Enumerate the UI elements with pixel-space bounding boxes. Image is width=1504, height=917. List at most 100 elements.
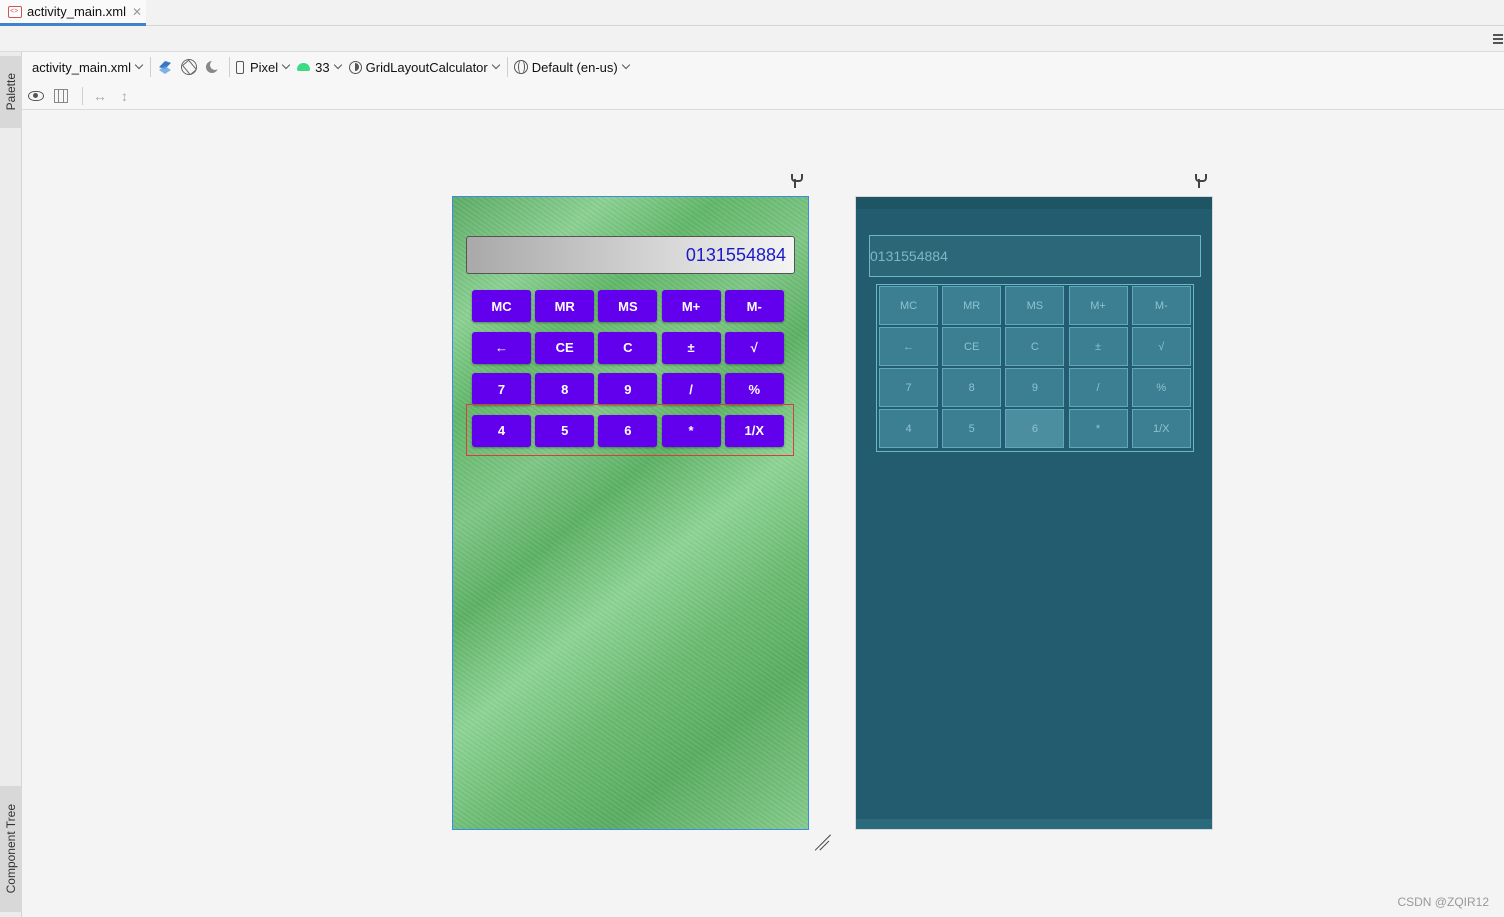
orientation-icon	[180, 59, 197, 75]
display-value: 0131554884	[685, 245, 786, 265]
blueprint-key[interactable]: 6	[1005, 409, 1065, 448]
design-toolbar: activity_main.xml Pixel 33 GridLayoutCal…	[22, 52, 1504, 82]
blueprint-key[interactable]: M+	[1068, 286, 1128, 325]
left-tool-strip: Palette Component Tree	[0, 52, 22, 917]
key-m-minus[interactable]: M-	[724, 290, 784, 322]
resize-handle-icon[interactable]	[812, 833, 830, 851]
blueprint-key[interactable]: MR	[942, 286, 1002, 325]
key-backspace[interactable]: ←	[472, 331, 531, 364]
night-mode-button[interactable]	[205, 59, 221, 75]
key-ms[interactable]: MS	[598, 290, 658, 322]
key-mc[interactable]: MC	[472, 290, 531, 322]
blueprint-display-value: 0131554884	[870, 248, 948, 264]
locale-label: Default (en-us)	[531, 59, 618, 75]
chevron-down-icon	[134, 60, 144, 70]
blueprint-key[interactable]: ±	[1068, 327, 1128, 366]
editor-tab-strip: activity_main.xml ✕	[0, 0, 1504, 26]
blueprint-key[interactable]: MC	[879, 286, 938, 325]
close-icon[interactable]: ✕	[132, 5, 142, 19]
globe-icon	[513, 60, 528, 74]
key-ce[interactable]: CE	[535, 331, 595, 364]
locale-dropdown[interactable]: Default (en-us)	[513, 59, 630, 75]
tab-activity-main[interactable]: activity_main.xml ✕	[0, 0, 146, 26]
chevron-down-icon	[281, 60, 291, 70]
blueprint-keypad: MC MR MS M+ M- ← CE C ± √ 7 8 9 / % 4 5 …	[876, 284, 1194, 452]
device-dropdown[interactable]: Pixel	[235, 59, 291, 75]
api-level-label: 33	[315, 59, 330, 75]
blueprint-preview-phone[interactable]: 0131554884 MC MR MS M+ M- ← CE C ± √ 7 8…	[855, 196, 1213, 830]
design-preview-phone[interactable]: 0131554884 MC MR MS M+ M- ← CE C ± √ 7 8…	[452, 196, 809, 830]
device-label: Pixel	[249, 59, 279, 75]
key-c[interactable]: C	[598, 331, 658, 364]
eye-icon[interactable]	[28, 90, 44, 101]
phone-icon	[235, 60, 244, 74]
watermark: CSDN @ZQIR12	[1397, 895, 1489, 909]
calculator-display[interactable]: 0131554884	[466, 236, 795, 274]
key-row: 7 8 9 / %	[472, 373, 792, 405]
blueprint-key-row: 7 8 9 / %	[877, 367, 1193, 408]
blueprint-key[interactable]: MS	[1005, 286, 1065, 325]
key-7[interactable]: 7	[472, 373, 531, 405]
xml-file-icon	[8, 5, 22, 18]
blueprint-key-row: ← CE C ± √	[877, 326, 1193, 367]
key-divide[interactable]: /	[661, 373, 721, 405]
blueprint-key-row: 4 5 6 * 1/X	[877, 408, 1193, 449]
component-tree-tab[interactable]: Component Tree	[0, 786, 22, 912]
orientation-button[interactable]	[180, 59, 197, 75]
view-options-toolbar: ↔ ↕	[22, 82, 1504, 110]
pin-icon[interactable]	[1195, 174, 1207, 188]
key-row: MC MR MS M+ M-	[472, 290, 792, 322]
key-sqrt[interactable]: √	[724, 331, 784, 364]
editor-subbar	[0, 26, 1504, 52]
blueprint-key[interactable]: C	[1005, 327, 1065, 366]
key-mr[interactable]: MR	[535, 290, 595, 322]
blueprint-key[interactable]: 4	[879, 409, 938, 448]
pin-icon[interactable]	[791, 174, 803, 188]
blueprint-nav-bar	[856, 819, 1212, 829]
android-icon	[297, 63, 311, 71]
hamburger-menu-icon[interactable]	[1493, 34, 1503, 44]
theme-dropdown[interactable]: GridLayoutCalculator	[348, 59, 500, 75]
palette-label: Palette	[4, 73, 18, 111]
toolbar-divider	[82, 86, 83, 105]
key-percent[interactable]: %	[724, 373, 784, 405]
blueprint-key[interactable]: %	[1131, 368, 1191, 407]
night-mode-icon	[205, 59, 221, 75]
toolbar-divider	[228, 57, 230, 77]
blueprint-key[interactable]: CE	[942, 327, 1002, 366]
blueprint-key[interactable]: *	[1068, 409, 1128, 448]
blueprint-key-row: MC MR MS M+ M-	[877, 285, 1193, 326]
blueprint-key[interactable]: M-	[1131, 286, 1191, 325]
api-level-dropdown[interactable]: 33	[297, 59, 342, 75]
file-select-dropdown[interactable]: activity_main.xml	[32, 59, 144, 75]
component-tree-label: Component Tree	[4, 804, 18, 894]
blueprint-display[interactable]: 0131554884	[869, 235, 1201, 277]
key-m-plus[interactable]: M+	[661, 290, 721, 322]
selected-row-outline	[466, 404, 794, 456]
chevron-down-icon	[621, 60, 630, 70]
blueprint-key[interactable]: √	[1131, 327, 1191, 366]
design-surface-button[interactable]	[157, 59, 173, 75]
key-row: ← CE C ± √	[472, 331, 792, 364]
blueprint-key[interactable]: 9	[1005, 368, 1065, 407]
tab-label: activity_main.xml	[27, 4, 126, 19]
toolbar-divider	[506, 57, 508, 77]
columns-icon[interactable]	[54, 88, 68, 103]
key-9[interactable]: 9	[598, 373, 658, 405]
blueprint-key[interactable]: 8	[942, 368, 1002, 407]
theme-icon	[348, 60, 362, 74]
key-plus-minus[interactable]: ±	[661, 331, 721, 364]
blueprint-key[interactable]: 1/X	[1131, 409, 1191, 448]
blueprint-key[interactable]: 5	[942, 409, 1002, 448]
key-8[interactable]: 8	[535, 373, 595, 405]
blueprint-key[interactable]: /	[1068, 368, 1128, 407]
blueprint-key[interactable]: ←	[879, 327, 938, 366]
palette-tab[interactable]: Palette	[0, 56, 22, 128]
blueprint-key[interactable]: 7	[879, 368, 938, 407]
blueprint-status-bar	[856, 197, 1212, 209]
file-select-label: activity_main.xml	[32, 59, 131, 75]
resize-vertical-icon[interactable]: ↕	[121, 88, 128, 104]
theme-label: GridLayoutCalculator	[365, 59, 488, 75]
resize-horizontal-icon[interactable]: ↔	[93, 88, 107, 104]
layers-icon	[157, 59, 173, 75]
